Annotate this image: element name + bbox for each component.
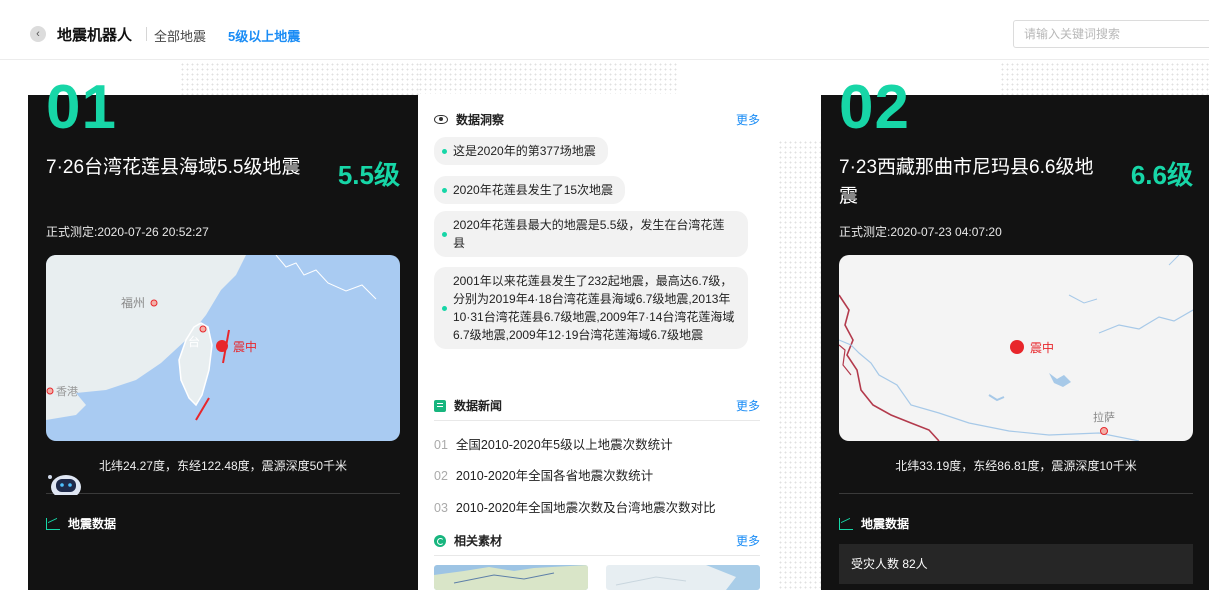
map-city-label: 福州 bbox=[121, 295, 145, 310]
dot-pattern-mid bbox=[418, 62, 678, 94]
line-chart-icon bbox=[839, 517, 853, 530]
news-item[interactable]: 02 2010-2020年全国各省地震次数统计 bbox=[434, 465, 653, 484]
quake-time: 正式测定:2020-07-23 04:07:20 bbox=[839, 225, 1002, 239]
quake-map[interactable]: 福州 台 震中 香港 bbox=[46, 255, 400, 441]
header-divider bbox=[146, 27, 147, 41]
quake-data-heading: 地震数据 bbox=[46, 515, 116, 532]
card-number: 01 bbox=[46, 73, 117, 142]
affected-count: 受灾人数 82人 bbox=[839, 544, 1193, 584]
eye-icon bbox=[434, 115, 448, 124]
card-divider bbox=[839, 493, 1193, 494]
insights-heading: 数据洞察 bbox=[434, 111, 504, 128]
material-thumbnail[interactable] bbox=[434, 565, 588, 590]
news-title: 2010-2020年全国各省地震次数统计 bbox=[455, 469, 654, 483]
news-item[interactable]: 01 全国2010-2020年5级以上地震次数统计 bbox=[434, 434, 673, 453]
top-bar: ‹ 地震机器人 全部地震 5级以上地震 bbox=[0, 0, 1209, 60]
card-number: 02 bbox=[839, 73, 910, 142]
quake-magnitude: 5.5级 bbox=[337, 160, 400, 190]
news-title: 2010-2020年全国地震次数及台湾地震次数对比 bbox=[455, 501, 716, 515]
map-marker-label: 震中 bbox=[1030, 340, 1054, 355]
news-icon bbox=[434, 399, 446, 412]
news-title: 全国2010-2020年5级以上地震次数统计 bbox=[455, 438, 673, 452]
app-title: 地震机器人 bbox=[57, 27, 133, 44]
insight-item: 2020年花莲县发生了15次地震 bbox=[434, 176, 626, 204]
materials-label: 相关素材 bbox=[454, 534, 503, 548]
news-number: 01 bbox=[434, 438, 448, 452]
back-icon[interactable]: ‹ bbox=[30, 26, 46, 42]
materials-divider bbox=[434, 555, 760, 556]
news-item[interactable]: 03 2010-2020年全国地震次数及台湾地震次数对比 bbox=[434, 497, 716, 516]
map-tibet: 震中 拉萨 bbox=[839, 255, 1193, 441]
map-marker-label: 震中 bbox=[233, 339, 257, 354]
quake-title: 7·23西藏那曲市尼玛县6.6级地震 bbox=[839, 157, 1094, 207]
nav-above-5-quakes[interactable]: 5级以上地震 bbox=[228, 26, 300, 45]
quake-card-1[interactable]: 01 7·26台湾花莲县海域5.5级地震 5.5级 正式测定:2020-07-2… bbox=[28, 77, 418, 590]
search-input[interactable] bbox=[1013, 20, 1209, 48]
dot-pattern-mid-right bbox=[778, 140, 822, 590]
quake-time: 正式测定:2020-07-26 20:52:27 bbox=[46, 225, 209, 239]
material-icon bbox=[434, 534, 446, 547]
section-label: 地震数据 bbox=[861, 517, 910, 531]
map-city-label: 香港 bbox=[56, 385, 78, 398]
news-divider bbox=[434, 420, 760, 421]
news-number: 03 bbox=[434, 501, 448, 515]
news-number: 02 bbox=[434, 469, 448, 483]
quake-map[interactable]: 震中 拉萨 bbox=[839, 255, 1193, 441]
materials-heading: 相关素材 bbox=[434, 532, 502, 549]
nav-all-quakes[interactable]: 全部地震 bbox=[154, 26, 206, 45]
quake-coordinates: 北纬33.19度，东经86.81度，震源深度10千米 bbox=[895, 459, 1137, 473]
insight-item: 2020年花莲县最大的地震是5.5级，发生在台湾花莲县 bbox=[434, 211, 748, 257]
map-city-label: 台 bbox=[188, 334, 200, 349]
quake-magnitude: 6.6级 bbox=[1130, 160, 1193, 190]
insights-more-link[interactable]: 更多 bbox=[736, 111, 760, 128]
news-heading: 数据新闻 bbox=[434, 397, 502, 414]
section-label: 地震数据 bbox=[68, 517, 117, 531]
quake-title: 7·26台湾花莲县海域5.5级地震 bbox=[46, 157, 301, 178]
detail-panel: 数据洞察 更多 这是2020年的第377场地震 2020年花莲县发生了15次地震… bbox=[418, 95, 778, 590]
card-divider bbox=[46, 493, 400, 494]
quake-data-heading: 地震数据 bbox=[839, 515, 909, 532]
quake-card-2[interactable]: 02 7·23西藏那曲市尼玛县6.6级地震 6.6级 正式测定:2020-07-… bbox=[821, 77, 1209, 590]
line-chart-icon bbox=[46, 517, 60, 530]
materials-more-link[interactable]: 更多 bbox=[736, 532, 760, 549]
dot-pattern-left bbox=[180, 62, 420, 96]
material-thumbnail[interactable] bbox=[606, 565, 760, 590]
map-city-label: 拉萨 bbox=[1093, 410, 1115, 424]
insight-item: 2001年以来花莲县发生了232起地震，最高达6.7级，分别为2019年4·18… bbox=[434, 267, 748, 349]
news-more-link[interactable]: 更多 bbox=[736, 397, 760, 414]
insight-item: 这是2020年的第377场地震 bbox=[434, 137, 608, 165]
map-taiwan: 福州 台 震中 香港 bbox=[46, 255, 400, 441]
insights-label: 数据洞察 bbox=[456, 113, 505, 127]
robot-avatar-icon[interactable] bbox=[46, 465, 88, 499]
news-label: 数据新闻 bbox=[454, 399, 503, 413]
dot-pattern-right bbox=[1000, 62, 1209, 96]
